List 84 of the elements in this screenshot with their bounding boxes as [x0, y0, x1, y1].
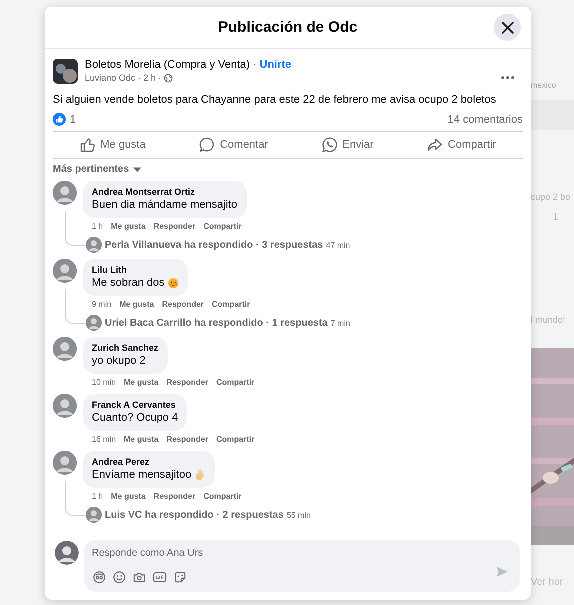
- comment-text: Cuanto? Ocupo 4: [92, 411, 178, 425]
- close-button[interactable]: [494, 14, 521, 41]
- sort-dropdown[interactable]: Más pertinentes: [53, 164, 142, 175]
- post-text: Si alguien vende boletos para Chayanne para este 22 de febrero me avisa ocupo 2 boletos: [53, 93, 498, 107]
- post-text: cupo 2 bo: [531, 192, 571, 202]
- caret-icon: [133, 166, 142, 172]
- commenter-name[interactable]: Lilu Lith: [92, 264, 179, 276]
- join-link[interactable]: Unirte: [260, 59, 292, 71]
- reply-link[interactable]: Responder: [154, 222, 196, 232]
- share-link[interactable]: Compartir: [204, 222, 242, 232]
- avatar-sticker-icon[interactable]: [93, 571, 106, 584]
- gif-icon[interactable]: [153, 571, 167, 584]
- reply-link[interactable]: Responder: [154, 492, 196, 502]
- replies-link[interactable]: Perla Villanueva ha respondido · 3 respuestas: [105, 240, 324, 250]
- faint-label: mexico: [531, 81, 556, 90]
- share-link[interactable]: Compartir: [212, 300, 250, 310]
- comment-text: Buen dia mándame mensajito: [92, 198, 238, 212]
- speech-bubble-icon: [199, 137, 216, 153]
- commenter-name[interactable]: Andrea Montserrat Ortiz: [92, 186, 238, 198]
- like-button[interactable]: Me gusta: [70, 134, 156, 156]
- share-link[interactable]: Compartir: [216, 435, 255, 445]
- avatar[interactable]: [55, 541, 79, 565]
- globe-icon: [164, 74, 173, 82]
- reply-time: 47 min: [326, 240, 350, 250]
- comment-time[interactable]: 9 min: [92, 300, 112, 310]
- emoji-icon[interactable]: [113, 571, 126, 584]
- comment-time[interactable]: 10 min: [92, 378, 116, 388]
- like-link[interactable]: Me gusta: [111, 492, 146, 502]
- comment-time[interactable]: 16 min: [92, 435, 116, 445]
- avatar[interactable]: [53, 451, 77, 475]
- hand-icon: [194, 469, 206, 481]
- avatar: [86, 507, 102, 523]
- blushing-face-icon: [168, 278, 179, 288]
- sticker-icon[interactable]: [174, 571, 187, 584]
- thumbs-up-icon: [80, 137, 96, 153]
- reply-link[interactable]: Responder: [166, 378, 208, 388]
- like-icon: [53, 113, 66, 126]
- comment-field[interactable]: Responde como Ana Urs: [92, 546, 392, 560]
- thread-line: [65, 289, 86, 324]
- share-link[interactable]: Compartir: [216, 378, 255, 388]
- group-name[interactable]: Boletos Morelia (Compra y Venta): [85, 59, 250, 71]
- like-count[interactable]: 1: [70, 114, 76, 126]
- close-icon: [502, 22, 514, 34]
- card-background: [531, 100, 574, 130]
- reply-link[interactable]: Responder: [162, 300, 204, 310]
- avatar[interactable]: [53, 337, 77, 361]
- more-icon[interactable]: [501, 76, 515, 80]
- share-button[interactable]: Compartir: [417, 134, 506, 156]
- commenter-name[interactable]: Franck A Cervantes: [92, 399, 178, 411]
- comment-text: yo okupo 2: [92, 354, 146, 368]
- reply-time: 55 min: [286, 510, 311, 520]
- send-button[interactable]: Enviar: [312, 134, 384, 156]
- avatar[interactable]: [53, 259, 77, 283]
- comment-time[interactable]: 1 h: [92, 222, 104, 232]
- like-link[interactable]: Me gusta: [124, 378, 159, 388]
- thread-line: [65, 211, 86, 246]
- thread-line: [65, 481, 86, 516]
- reply-time: 7 min: [330, 318, 350, 328]
- avatar: [86, 237, 102, 253]
- share-arrow-icon: [427, 137, 444, 153]
- group-avatar[interactable]: [53, 58, 78, 84]
- avatar: [86, 315, 102, 331]
- dialog-title: Publicación de Odc: [218, 19, 358, 36]
- camera-icon[interactable]: [133, 571, 146, 584]
- like-link[interactable]: Me gusta: [120, 300, 154, 310]
- separator: ·: [253, 59, 257, 71]
- comment-button[interactable]: Comentar: [189, 134, 278, 156]
- commenter-name[interactable]: Zurich Sanchez: [92, 342, 159, 354]
- like-link[interactable]: Me gusta: [111, 222, 146, 232]
- avatar[interactable]: [53, 394, 77, 418]
- reply-link[interactable]: Responder: [166, 435, 208, 445]
- avatar[interactable]: [53, 181, 77, 205]
- replies-link[interactable]: Luis VC ha respondido · 2 respuestas: [105, 510, 284, 520]
- commenter-name[interactable]: Andrea Perez: [92, 456, 206, 468]
- phone-bubble-icon: [322, 137, 338, 153]
- comment-text: Me sobran dos: [92, 276, 165, 290]
- comment-text: Envíame mensajitoo: [92, 468, 192, 482]
- comment-time[interactable]: 1 h: [92, 492, 104, 502]
- share-link[interactable]: Compartir: [204, 492, 242, 502]
- replies-link[interactable]: Uriel Baca Carrillo ha respondido · 1 respuesta: [105, 318, 328, 328]
- post-byline[interactable]: Luviano Odc · 2 h ·: [85, 72, 162, 84]
- comment-count: 1: [553, 212, 559, 223]
- comment-count[interactable]: 14 comentarios: [448, 114, 523, 126]
- like-link[interactable]: Me gusta: [124, 435, 159, 445]
